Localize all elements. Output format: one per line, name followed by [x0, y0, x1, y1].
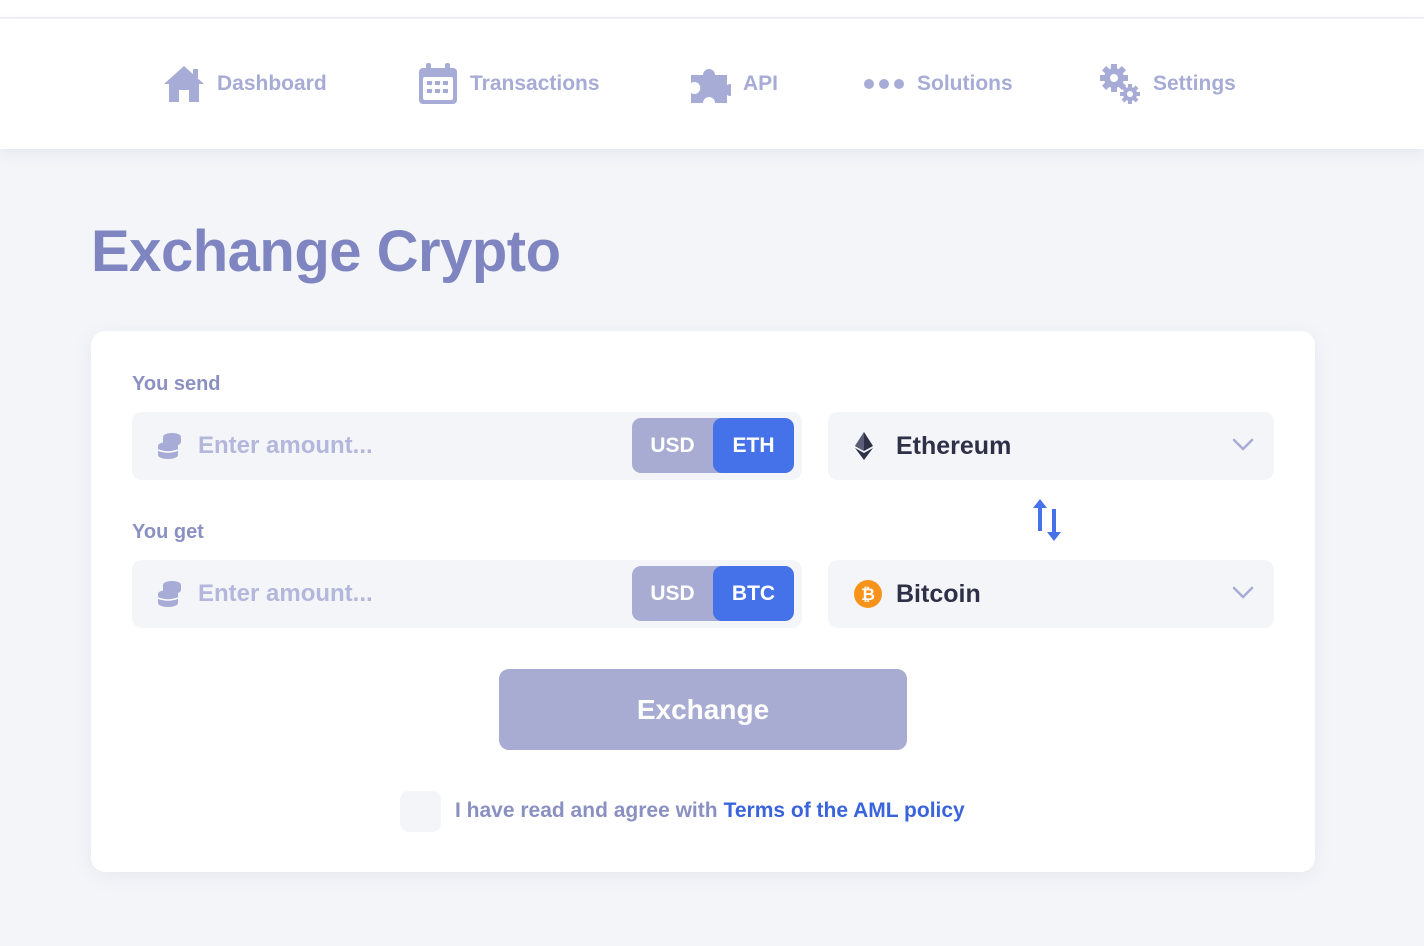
exchange-card: You send USD ETH	[91, 331, 1315, 872]
send-amount-field: USD ETH	[132, 412, 802, 480]
agreement-text: I have read and agree with Terms of the A…	[455, 799, 965, 823]
send-usd-toggle[interactable]: USD	[632, 418, 713, 473]
ethereum-icon	[854, 432, 874, 465]
send-coin-name: Ethereum	[896, 432, 1012, 460]
agree-checkbox[interactable]	[400, 790, 441, 832]
get-label: You get	[132, 521, 204, 543]
send-label: You send	[132, 373, 221, 395]
page-title: Exchange Crypto	[91, 219, 561, 284]
get-amount-field: USD BTC	[132, 560, 802, 628]
send-eth-toggle[interactable]: ETH	[713, 418, 794, 473]
exchange-button[interactable]: Exchange	[499, 669, 907, 750]
top-bar	[0, 0, 1424, 18]
nav-item-dashboard[interactable]: Dashboard	[163, 19, 327, 149]
nav-item-label: Transactions	[470, 72, 600, 95]
top-nav: Dashboard Transactions API Solutions Set…	[0, 19, 1424, 149]
nav-item-transactions[interactable]: Transactions	[418, 19, 600, 149]
send-amount-input[interactable]	[198, 426, 618, 466]
nav-item-label: Settings	[1153, 72, 1236, 95]
get-coin-name: Bitcoin	[896, 580, 981, 608]
aml-policy-link[interactable]: Terms of the AML policy	[724, 799, 965, 822]
send-currency-toggle: USD ETH	[632, 418, 794, 473]
get-amount-input[interactable]	[198, 574, 618, 614]
dots-icon	[863, 78, 905, 90]
nav-item-label: Solutions	[917, 72, 1013, 95]
nav-item-label: Dashboard	[217, 72, 327, 95]
get-currency-toggle: USD BTC	[632, 566, 794, 621]
nav-item-label: API	[743, 72, 779, 95]
bitcoin-icon: ₿	[854, 580, 882, 613]
svg-text:₿: ₿	[861, 585, 875, 604]
send-coin-select[interactable]: Ethereum	[828, 412, 1274, 480]
coins-icon	[156, 580, 184, 613]
puzzle-icon	[689, 63, 731, 105]
calendar-icon	[418, 63, 458, 105]
coins-icon	[156, 432, 184, 465]
nav-item-settings[interactable]: Settings	[1099, 19, 1236, 149]
gears-icon	[1099, 63, 1141, 105]
get-btc-toggle[interactable]: BTC	[713, 566, 794, 621]
agreement-label: I have read and agree with	[455, 799, 718, 822]
nav-item-api[interactable]: API	[689, 19, 778, 149]
home-icon	[163, 64, 205, 104]
get-usd-toggle[interactable]: USD	[632, 566, 713, 621]
agreement-row: I have read and agree with Terms of the A…	[400, 790, 965, 832]
swap-icon[interactable]	[1032, 499, 1062, 546]
chevron-down-icon	[1232, 438, 1254, 457]
get-coin-select[interactable]: ₿ Bitcoin	[828, 560, 1274, 628]
nav-item-solutions[interactable]: Solutions	[863, 19, 1013, 149]
chevron-down-icon	[1232, 586, 1254, 605]
